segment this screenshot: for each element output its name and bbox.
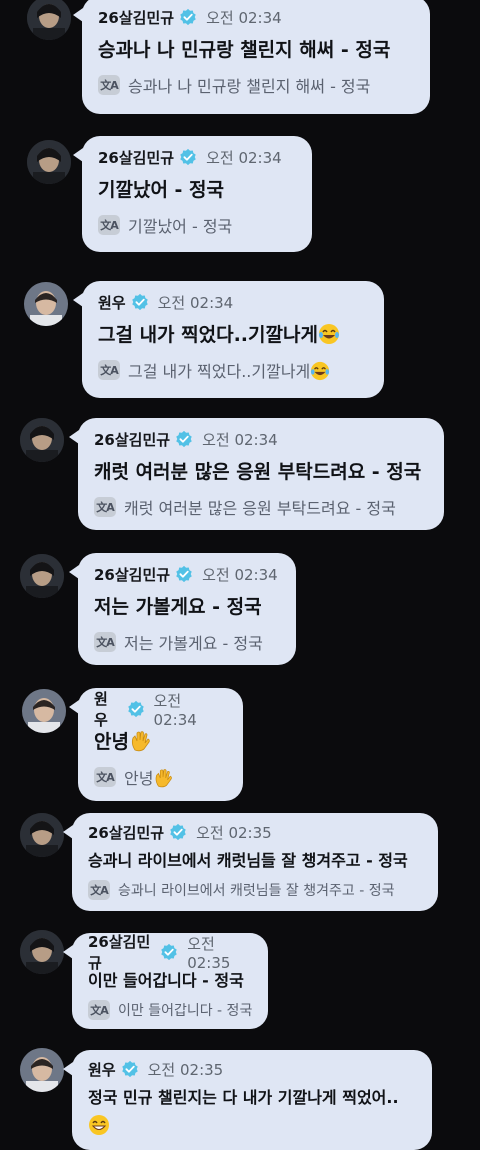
translate-icon[interactable]: 文A (94, 497, 116, 517)
avatar[interactable] (20, 554, 64, 598)
sender-name[interactable]: 26살김민규 (98, 7, 174, 28)
sender-name[interactable]: 26살김민규 (94, 564, 170, 585)
translated-text-row: 그걸 내가 찍었다..기깔나게 (128, 358, 330, 382)
translate-icon[interactable]: 文A (94, 632, 116, 652)
translated-text: 승과니 라이브에서 캐럿님들 잘 챙겨주고 - 정국 (118, 883, 395, 899)
sender-name[interactable]: 26살김민규 (98, 147, 174, 168)
avatar[interactable] (22, 689, 66, 733)
message-time: 오전 02:35 (187, 934, 231, 972)
message-bubble[interactable]: 원우 오전 02:34 안녕 文A 안녕 (69, 688, 243, 801)
translated-text: 캐럿 여러분 많은 응원 부탁드려요 - 정국 (124, 499, 396, 518)
verified-badge-icon (169, 823, 187, 841)
message-text: 캐럿 여러분 많은 응원 부탁드려요 - 정국 (94, 461, 422, 483)
verified-badge-icon (179, 148, 197, 166)
translated-text: 안녕 (124, 769, 154, 788)
translated-text: 저는 가볼게요 - 정국 (124, 634, 263, 653)
verified-badge-icon (160, 943, 178, 961)
avatar[interactable] (20, 813, 64, 857)
tears-of-joy-emoji (310, 361, 330, 381)
verified-badge-icon (175, 565, 193, 583)
translated-text: 이만 들어갑니다 - 정국 (118, 1003, 253, 1019)
translate-icon[interactable]: 文A (98, 360, 120, 380)
message-time: 오전 02:35 (147, 1060, 224, 1079)
avatar[interactable] (20, 1048, 64, 1092)
message-time: 오전 02:34 (153, 691, 197, 729)
message-text: 저는 가볼게요 - 정국 (94, 596, 262, 618)
message-time: 오전 02:34 (206, 8, 282, 27)
message-bubble[interactable]: 26살김민규 오전 02:34 승과나 나 민규랑 챌린지 해써 - 정국 文A… (73, 0, 430, 114)
verified-badge-icon (175, 430, 193, 448)
verified-badge-icon (127, 700, 145, 718)
translate-icon[interactable]: 文A (98, 75, 120, 95)
message-text: 승과니 라이브에서 캐럿님들 잘 챙겨주고 - 정국 (88, 851, 408, 870)
translated-text: 기깔났어 - 정국 (128, 217, 233, 236)
translate-icon[interactable]: 文A (88, 880, 110, 900)
verified-badge-icon (121, 1060, 139, 1078)
grinning-emoji (88, 1114, 110, 1136)
sender-name[interactable]: 26살김민규 (88, 931, 155, 973)
message-text: 안녕 (94, 731, 129, 753)
message-time: 오전 02:34 (202, 430, 278, 449)
message-bubble[interactable]: 26살김민규 오전 02:34 저는 가볼게요 - 정국 文A 저는 가볼게요 … (69, 553, 296, 665)
message-bubble[interactable]: 원우 오전 02:34 그걸 내가 찍었다..기깔나게 文A 그걸 내가 찍었다… (73, 281, 384, 398)
message-emoji-row (88, 1114, 418, 1136)
translate-icon[interactable]: 文A (88, 1000, 110, 1020)
message-text: 기깔났어 - 정국 (98, 179, 224, 201)
message-text: 이만 들어갑니다 - 정국 (88, 971, 244, 990)
sender-name[interactable]: 원우 (94, 688, 122, 730)
translate-icon[interactable]: 文A (98, 215, 120, 235)
message-time: 오전 02:34 (157, 293, 234, 312)
avatar[interactable] (20, 930, 64, 974)
message-text-row: 안녕 (94, 730, 229, 754)
message-time: 오전 02:34 (202, 565, 278, 584)
avatar[interactable] (27, 140, 71, 184)
message-bubble[interactable]: 26살김민규 오전 02:34 캐럿 여러분 많은 응원 부탁드려요 - 정국 … (69, 418, 444, 530)
message-bubble[interactable]: 26살김민규 오전 02:34 기깔났어 - 정국 文A 기깔났어 - 정국 (73, 136, 312, 252)
translated-text-row: 안녕 (124, 765, 173, 789)
sender-name[interactable]: 26살김민규 (88, 822, 164, 843)
sender-name[interactable]: 원우 (98, 292, 126, 313)
avatar[interactable] (20, 418, 64, 462)
translated-text: 그걸 내가 찍었다..기깔나게 (128, 362, 311, 381)
tears-of-joy-emoji (318, 323, 340, 345)
message-time: 오전 02:34 (206, 148, 282, 167)
message-bubble[interactable]: 26살김민규 오전 02:35 이만 들어갑니다 - 정국 文A 이만 들어갑니… (63, 931, 268, 1029)
sender-name[interactable]: 26살김민규 (94, 429, 170, 450)
message-text: 정국 민규 챌린지는 다 내가 기깔나게 찍었어.. (88, 1088, 399, 1107)
sender-name[interactable]: 원우 (88, 1059, 116, 1080)
message-bubble[interactable]: 26살김민규 오전 02:35 승과니 라이브에서 캐럿님들 잘 챙겨주고 - … (63, 813, 438, 911)
verified-badge-icon (131, 293, 149, 311)
avatar[interactable] (27, 0, 71, 40)
waving-hand-emoji (129, 730, 151, 752)
translated-text: 승과나 나 민규랑 챌린지 해써 - 정국 (128, 77, 371, 96)
message-text: 승과나 나 민규랑 챌린지 해써 - 정국 (98, 39, 391, 61)
verified-badge-icon (179, 8, 197, 26)
message-text-row: 그걸 내가 찍었다..기깔나게 (98, 323, 370, 347)
avatar[interactable] (24, 282, 68, 326)
translate-icon[interactable]: 文A (94, 767, 116, 787)
message-bubble[interactable]: 원우 오전 02:35 정국 민규 챌린지는 다 내가 기깔나게 찍었어.. (63, 1050, 432, 1150)
waving-hand-emoji (153, 768, 173, 788)
message-time: 오전 02:35 (196, 823, 272, 842)
message-text: 그걸 내가 찍었다..기깔나게 (98, 324, 318, 346)
